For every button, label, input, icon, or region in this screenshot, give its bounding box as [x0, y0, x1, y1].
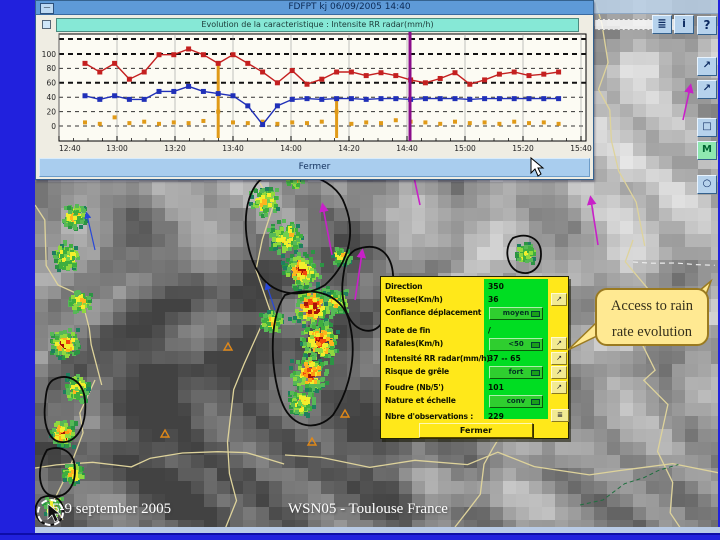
bottom-line — [0, 533, 720, 535]
annotation-bubble: Access to rain rate evolution — [595, 288, 709, 346]
bubble-tail — [567, 278, 713, 351]
radar-app-screenshot: 10 FDFPT kj 06/09/2005 14:40 — 100806040… — [35, 0, 718, 527]
annotation-line1: Access to rain — [610, 298, 694, 314]
slide-background: 10 FDFPT kj 06/09/2005 14:40 — 100806040… — [0, 0, 720, 540]
highlight-circle-icon — [37, 499, 64, 526]
annotation-line2: rate evolution — [611, 324, 693, 340]
footer-conference: WSN05 - Toulouse France — [288, 501, 448, 517]
footer-date: 5-9 september 2005 — [52, 501, 172, 517]
